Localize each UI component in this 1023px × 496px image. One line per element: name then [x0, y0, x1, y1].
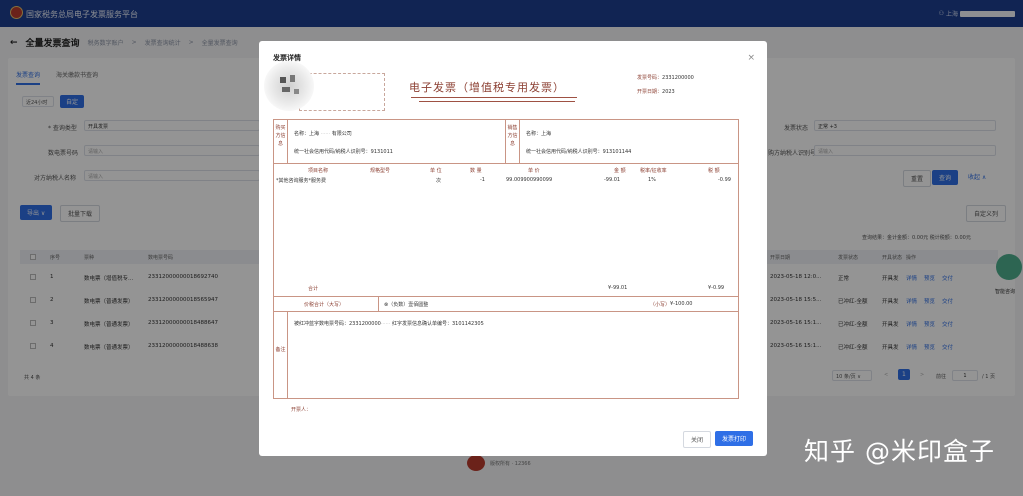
grand-total-label: 价税合计（大写）	[304, 302, 345, 308]
invoice-no-meta: 发票号码：2331200000	[637, 74, 694, 81]
buyer-name-text: 名称：上海	[294, 131, 320, 137]
buyer-name: 名称：上海 ······ 有限公司	[294, 131, 352, 137]
remark-confirm-no: 红字发票信息确认单编号：3101142305	[391, 321, 484, 327]
buyer-label: 购买方信息	[274, 120, 288, 164]
buyer-name-tail: 有限公司	[331, 131, 352, 137]
remark-text: 被红冲蓝字数电票号码：2331200000······ 红字发票信息确认单编号：…	[294, 321, 484, 327]
remark-label: 备注	[274, 312, 288, 398]
invoice-body: 购买方信息 名称：上海 ······ 有限公司 统一社会信用代码/纳税人识别号：…	[273, 119, 739, 399]
grand-total-divider	[378, 296, 379, 312]
title-underline	[411, 97, 577, 98]
item-header-spec: 规格型号	[370, 168, 391, 174]
item-header-tax: 税 额	[708, 168, 720, 174]
item-qty: -1	[480, 177, 485, 183]
seller-name: 名称：上海	[526, 131, 552, 137]
item-header-amount: 金 额	[614, 168, 626, 174]
remark-orig-no: 被红冲蓝字数电票号码：2331200000	[294, 321, 381, 327]
item-header-name: 项目名称	[308, 168, 329, 174]
item-name: *其他咨询服务*服务费	[276, 178, 327, 184]
total-amount: ¥-99.01	[608, 285, 628, 291]
title-underline	[419, 101, 575, 102]
invoice-date-label: 开票日期：	[637, 89, 663, 95]
buyer-taxid: 统一社会信用代码/纳税人识别号：9131011	[294, 149, 393, 155]
invoice-title: 电子发票（增值税专用发票）	[409, 81, 565, 94]
item-rate: 1%	[648, 177, 656, 183]
item-header-rate: 税率/征收率	[640, 168, 667, 174]
grand-total-small-value: ¥-100.00	[670, 301, 693, 307]
item-header-qty: 数 量	[470, 168, 482, 174]
item-header-unit: 单 位	[430, 168, 442, 174]
item-unit: 次	[436, 178, 442, 184]
invoice-no-value: 2331200000	[662, 75, 694, 81]
total-label: 合计	[308, 286, 319, 292]
item-price: 99.009900990099	[506, 177, 553, 183]
print-invoice-button[interactable]: 发票打印	[715, 431, 754, 446]
invoice-date-meta: 开票日期：2023	[637, 88, 675, 95]
qr-code-icon	[264, 61, 314, 111]
issuer-label: 开票人：	[291, 407, 312, 413]
close-button[interactable]: 关闭	[683, 431, 712, 448]
item-amount: -99.01	[604, 177, 621, 183]
item-tax: -0.99	[718, 177, 731, 183]
close-icon[interactable]: ×	[747, 53, 755, 63]
invoice-date-value: 2023	[662, 89, 675, 95]
item-header-price: 单 价	[528, 168, 540, 174]
total-tax: ¥-0.99	[708, 285, 725, 291]
invoice-no-label: 发票号码：	[637, 75, 663, 81]
invoice-detail-dialog: 发票详情 × 电子发票（增值税专用发票） 发票号码：2331200000 开票日…	[259, 41, 767, 456]
grand-total-small-label: （小写）	[650, 302, 671, 308]
grand-total-words: ⊗（负数）壹佰圆整	[384, 302, 429, 308]
seller-taxid: 统一社会信用代码/纳税人识别号：913101144	[526, 149, 632, 155]
seller-label: 销售方信息	[506, 120, 520, 164]
watermark: 知乎 @米印盒子	[804, 437, 995, 466]
